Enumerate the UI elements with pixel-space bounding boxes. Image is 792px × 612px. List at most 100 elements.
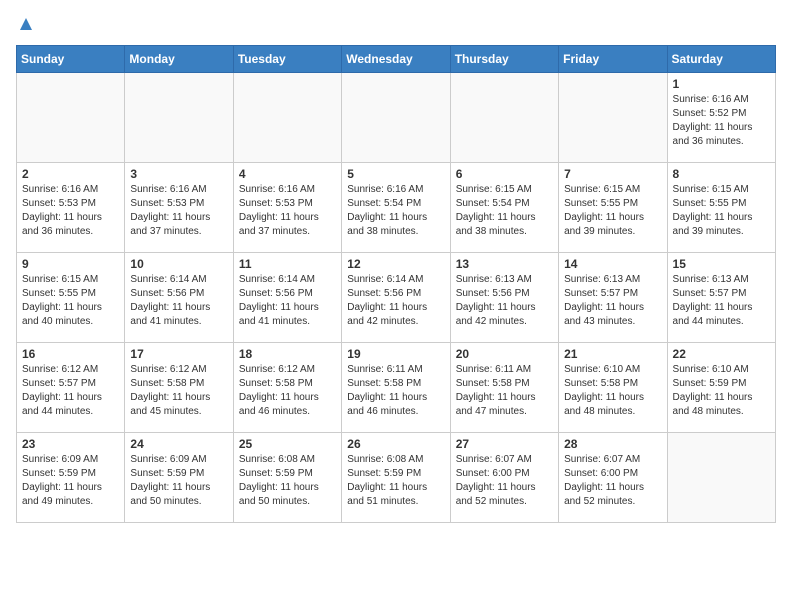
day-number: 27 [456, 437, 553, 451]
weekday-header: Tuesday [233, 46, 341, 73]
calendar-cell: 26 Sunrise: 6:08 AM Sunset: 5:59 PM Dayli… [342, 433, 450, 523]
calendar-cell: 4Sunrise: 6:16 AM Sunset: 5:53 PM Daylig… [233, 163, 341, 253]
day-number: 25 [239, 437, 336, 451]
day-number: 14 [564, 257, 661, 271]
calendar-cell: 5 Sunrise: 6:16 AM Sunset: 5:54 PM Daylig… [342, 163, 450, 253]
calendar-week-row: 9 Sunrise: 6:15 AM Sunset: 5:55 PM Daylig… [17, 253, 776, 343]
day-info: Sunrise: 6:10 AM Sunset: 5:58 PM Dayligh… [564, 363, 661, 419]
day-number: 6 [456, 167, 553, 181]
day-number: 20 [456, 347, 553, 361]
day-info: Sunrise: 6:15 AM Sunset: 5:55 PM Dayligh… [673, 183, 770, 239]
day-number: 24 [130, 437, 227, 451]
day-info: Sunrise: 6:15 AM Sunset: 5:55 PM Dayligh… [22, 273, 119, 329]
calendar-cell: 28 Sunrise: 6:07 AM Sunset: 6:00 PM Dayli… [559, 433, 667, 523]
day-number: 12 [347, 257, 444, 271]
day-number: 26 [347, 437, 444, 451]
calendar-cell: 23 Sunrise: 6:09 AM Sunset: 5:59 PM Dayli… [17, 433, 125, 523]
day-number: 16 [22, 347, 119, 361]
day-number: 11 [239, 257, 336, 271]
weekday-header: Friday [559, 46, 667, 73]
day-info: Sunrise: 6:14 AM Sunset: 5:56 PM Dayligh… [239, 273, 336, 329]
day-info: Sunrise: 6:08 AM Sunset: 5:59 PM Dayligh… [239, 453, 336, 509]
day-info: Sunrise: 6:15 AM Sunset: 5:55 PM Dayligh… [564, 183, 661, 239]
calendar-cell: 2 Sunrise: 6:16 AM Sunset: 5:53 PM Daylig… [17, 163, 125, 253]
calendar-cell: 19 Sunrise: 6:11 AM Sunset: 5:58 PM Dayli… [342, 343, 450, 433]
calendar-cell: 21 Sunrise: 6:10 AM Sunset: 5:58 PM Dayli… [559, 343, 667, 433]
calendar-week-row: 2 Sunrise: 6:16 AM Sunset: 5:53 PM Daylig… [17, 163, 776, 253]
day-number: 4 [239, 167, 336, 181]
calendar-cell: 25 Sunrise: 6:08 AM Sunset: 5:59 PM Dayli… [233, 433, 341, 523]
day-number: 7 [564, 167, 661, 181]
day-number: 9 [22, 257, 119, 271]
calendar-cell [233, 73, 341, 163]
calendar-table: SundayMondayTuesdayWednesdayThursdayFrid… [16, 45, 776, 523]
calendar-cell: 6Sunrise: 6:15 AM Sunset: 5:54 PM Daylig… [450, 163, 558, 253]
day-info: Sunrise: 6:07 AM Sunset: 6:00 PM Dayligh… [564, 453, 661, 509]
weekday-header: Wednesday [342, 46, 450, 73]
calendar-cell [450, 73, 558, 163]
day-number: 22 [673, 347, 770, 361]
day-info: Sunrise: 6:13 AM Sunset: 5:57 PM Dayligh… [564, 273, 661, 329]
day-number: 15 [673, 257, 770, 271]
day-info: Sunrise: 6:16 AM Sunset: 5:53 PM Dayligh… [22, 183, 119, 239]
calendar-cell: 1Sunrise: 6:16 AM Sunset: 5:52 PM Daylig… [667, 73, 775, 163]
weekday-header: Thursday [450, 46, 558, 73]
day-number: 19 [347, 347, 444, 361]
calendar-cell: 20 Sunrise: 6:11 AM Sunset: 5:58 PM Dayli… [450, 343, 558, 433]
calendar-header-row: SundayMondayTuesdayWednesdayThursdayFrid… [17, 46, 776, 73]
page-header [16, 16, 776, 37]
calendar-cell: 16 Sunrise: 6:12 AM Sunset: 5:57 PM Dayli… [17, 343, 125, 433]
calendar-cell: 18 Sunrise: 6:12 AM Sunset: 5:58 PM Dayli… [233, 343, 341, 433]
calendar-cell: 13 Sunrise: 6:13 AM Sunset: 5:56 PM Dayli… [450, 253, 558, 343]
day-number: 10 [130, 257, 227, 271]
calendar-cell [559, 73, 667, 163]
day-info: Sunrise: 6:12 AM Sunset: 5:58 PM Dayligh… [239, 363, 336, 419]
calendar-cell: 27 Sunrise: 6:07 AM Sunset: 6:00 PM Dayli… [450, 433, 558, 523]
weekday-header: Saturday [667, 46, 775, 73]
calendar-cell [342, 73, 450, 163]
day-number: 5 [347, 167, 444, 181]
calendar-cell [667, 433, 775, 523]
day-info: Sunrise: 6:10 AM Sunset: 5:59 PM Dayligh… [673, 363, 770, 419]
calendar-cell: 15Sunrise: 6:13 AM Sunset: 5:57 PM Dayli… [667, 253, 775, 343]
logo [16, 16, 34, 37]
day-number: 8 [673, 167, 770, 181]
day-number: 23 [22, 437, 119, 451]
calendar-cell: 3 Sunrise: 6:16 AM Sunset: 5:53 PM Daylig… [125, 163, 233, 253]
day-info: Sunrise: 6:16 AM Sunset: 5:54 PM Dayligh… [347, 183, 444, 239]
logo-icon [18, 16, 34, 32]
day-number: 2 [22, 167, 119, 181]
calendar-cell: 9 Sunrise: 6:15 AM Sunset: 5:55 PM Daylig… [17, 253, 125, 343]
weekday-header: Sunday [17, 46, 125, 73]
calendar-cell: 17Sunrise: 6:12 AM Sunset: 5:58 PM Dayli… [125, 343, 233, 433]
day-info: Sunrise: 6:07 AM Sunset: 6:00 PM Dayligh… [456, 453, 553, 509]
day-info: Sunrise: 6:16 AM Sunset: 5:53 PM Dayligh… [130, 183, 227, 239]
calendar-cell: 10 Sunrise: 6:14 AM Sunset: 5:56 PM Dayli… [125, 253, 233, 343]
calendar-week-row: 1Sunrise: 6:16 AM Sunset: 5:52 PM Daylig… [17, 73, 776, 163]
day-info: Sunrise: 6:11 AM Sunset: 5:58 PM Dayligh… [347, 363, 444, 419]
day-number: 28 [564, 437, 661, 451]
day-info: Sunrise: 6:14 AM Sunset: 5:56 PM Dayligh… [347, 273, 444, 329]
calendar-week-row: 23 Sunrise: 6:09 AM Sunset: 5:59 PM Dayli… [17, 433, 776, 523]
calendar-cell: 22 Sunrise: 6:10 AM Sunset: 5:59 PM Dayli… [667, 343, 775, 433]
calendar-cell [17, 73, 125, 163]
day-info: Sunrise: 6:12 AM Sunset: 5:57 PM Dayligh… [22, 363, 119, 419]
calendar-cell: 7 Sunrise: 6:15 AM Sunset: 5:55 PM Daylig… [559, 163, 667, 253]
day-info: Sunrise: 6:09 AM Sunset: 5:59 PM Dayligh… [130, 453, 227, 509]
calendar-cell [125, 73, 233, 163]
day-number: 1 [673, 77, 770, 91]
day-info: Sunrise: 6:08 AM Sunset: 5:59 PM Dayligh… [347, 453, 444, 509]
day-number: 17 [130, 347, 227, 361]
day-number: 18 [239, 347, 336, 361]
day-info: Sunrise: 6:09 AM Sunset: 5:59 PM Dayligh… [22, 453, 119, 509]
calendar-cell: 14 Sunrise: 6:13 AM Sunset: 5:57 PM Dayli… [559, 253, 667, 343]
calendar-cell: 12 Sunrise: 6:14 AM Sunset: 5:56 PM Dayli… [342, 253, 450, 343]
day-info: Sunrise: 6:14 AM Sunset: 5:56 PM Dayligh… [130, 273, 227, 329]
day-info: Sunrise: 6:11 AM Sunset: 5:58 PM Dayligh… [456, 363, 553, 419]
weekday-header: Monday [125, 46, 233, 73]
day-number: 13 [456, 257, 553, 271]
day-number: 3 [130, 167, 227, 181]
day-info: Sunrise: 6:13 AM Sunset: 5:56 PM Dayligh… [456, 273, 553, 329]
day-number: 21 [564, 347, 661, 361]
calendar-cell: 11 Sunrise: 6:14 AM Sunset: 5:56 PM Dayli… [233, 253, 341, 343]
